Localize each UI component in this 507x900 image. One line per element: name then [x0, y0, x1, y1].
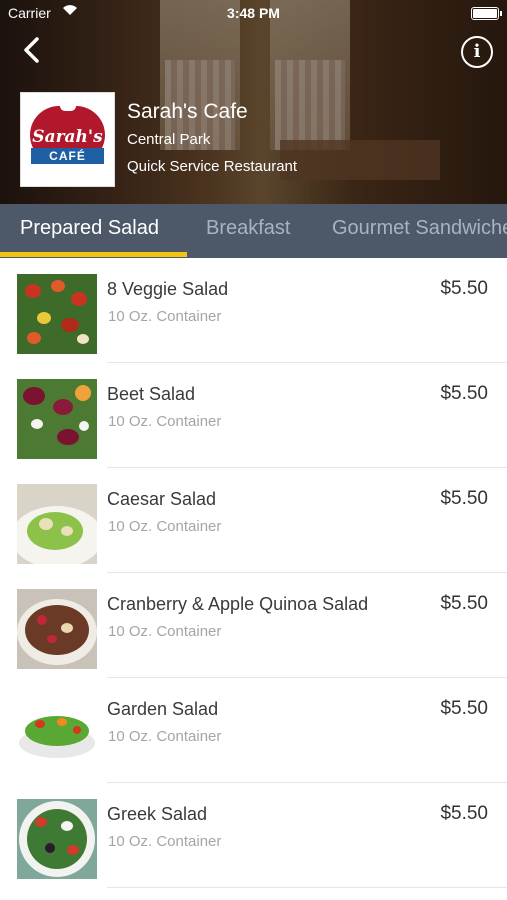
item-name: Cranberry & Apple Quinoa Salad [107, 594, 369, 614]
menu-item[interactable]: Garden Salad 10 Oz. Container $5.50 [0, 678, 507, 783]
restaurant-logo: Sarah's CAFÉ [20, 92, 115, 187]
category-tabs: Prepared Salad Breakfast Gourmet Sandwic… [0, 204, 507, 258]
restaurant-header: Carrier 3:48 PM i Sarah's CAFÉ Sarah's C… [0, 0, 507, 204]
salad-image [17, 379, 97, 459]
info-button[interactable]: i [461, 36, 493, 68]
item-name: Garden Salad [107, 699, 219, 719]
item-price: $5.50 [440, 488, 488, 509]
item-price: $5.50 [440, 803, 488, 824]
item-size: 10 Oz. Container [108, 413, 222, 430]
item-name: Caesar Salad [107, 489, 217, 509]
salad-image [17, 694, 97, 774]
salad-image [17, 799, 97, 879]
item-name: 8 Veggie Salad [107, 279, 229, 299]
battery-icon [471, 7, 502, 20]
salad-image [17, 484, 97, 564]
item-size: 10 Oz. Container [108, 728, 222, 745]
menu-item[interactable]: Greek Salad 10 Oz. Container $5.50 [0, 783, 507, 888]
item-name: Greek Salad [107, 804, 208, 824]
info-icon: i [473, 41, 481, 62]
status-bar: Carrier 3:48 PM [0, 0, 507, 26]
salad-image [17, 274, 97, 354]
item-size: 10 Oz. Container [108, 518, 222, 535]
menu-item-list: 8 Veggie Salad 10 Oz. Container $5.50 Be… [0, 258, 507, 888]
restaurant-location: Central Park [127, 131, 211, 148]
logo-name: Sarah's [32, 127, 103, 147]
item-size: 10 Oz. Container [108, 623, 222, 640]
tab-breakfast[interactable]: Breakfast [206, 204, 290, 258]
row-divider [107, 887, 507, 888]
menu-item[interactable]: 8 Veggie Salad 10 Oz. Container $5.50 [0, 258, 507, 363]
item-size: 10 Oz. Container [108, 308, 222, 325]
item-size: 10 Oz. Container [108, 833, 222, 850]
menu-item[interactable]: Caesar Salad 10 Oz. Container $5.50 [0, 468, 507, 573]
tab-gourmet-sandwiches[interactable]: Gourmet Sandwiches [332, 204, 507, 258]
item-price: $5.50 [440, 383, 488, 404]
item-price: $5.50 [440, 698, 488, 719]
item-price: $5.50 [440, 278, 488, 299]
restaurant-type: Quick Service Restaurant [127, 158, 298, 175]
salad-image [17, 589, 97, 669]
menu-item[interactable]: Cranberry & Apple Quinoa Salad 10 Oz. Co… [0, 573, 507, 678]
menu-screen: Carrier 3:48 PM i Sarah's CAFÉ Sarah's C… [0, 0, 507, 900]
chevron-left-icon [24, 37, 39, 63]
active-tab-indicator [0, 252, 187, 257]
item-price: $5.50 [440, 593, 488, 614]
tab-prepared-salad[interactable]: Prepared Salad [20, 204, 159, 258]
back-button[interactable] [22, 36, 46, 66]
item-name: Beet Salad [107, 384, 196, 404]
coffee-cup-icon [60, 101, 76, 111]
menu-item[interactable]: Beet Salad 10 Oz. Container $5.50 [0, 363, 507, 468]
logo-ribbon: CAFÉ [31, 148, 104, 164]
restaurant-name: Sarah's Cafe [127, 100, 248, 123]
status-time: 3:48 PM [227, 5, 280, 21]
